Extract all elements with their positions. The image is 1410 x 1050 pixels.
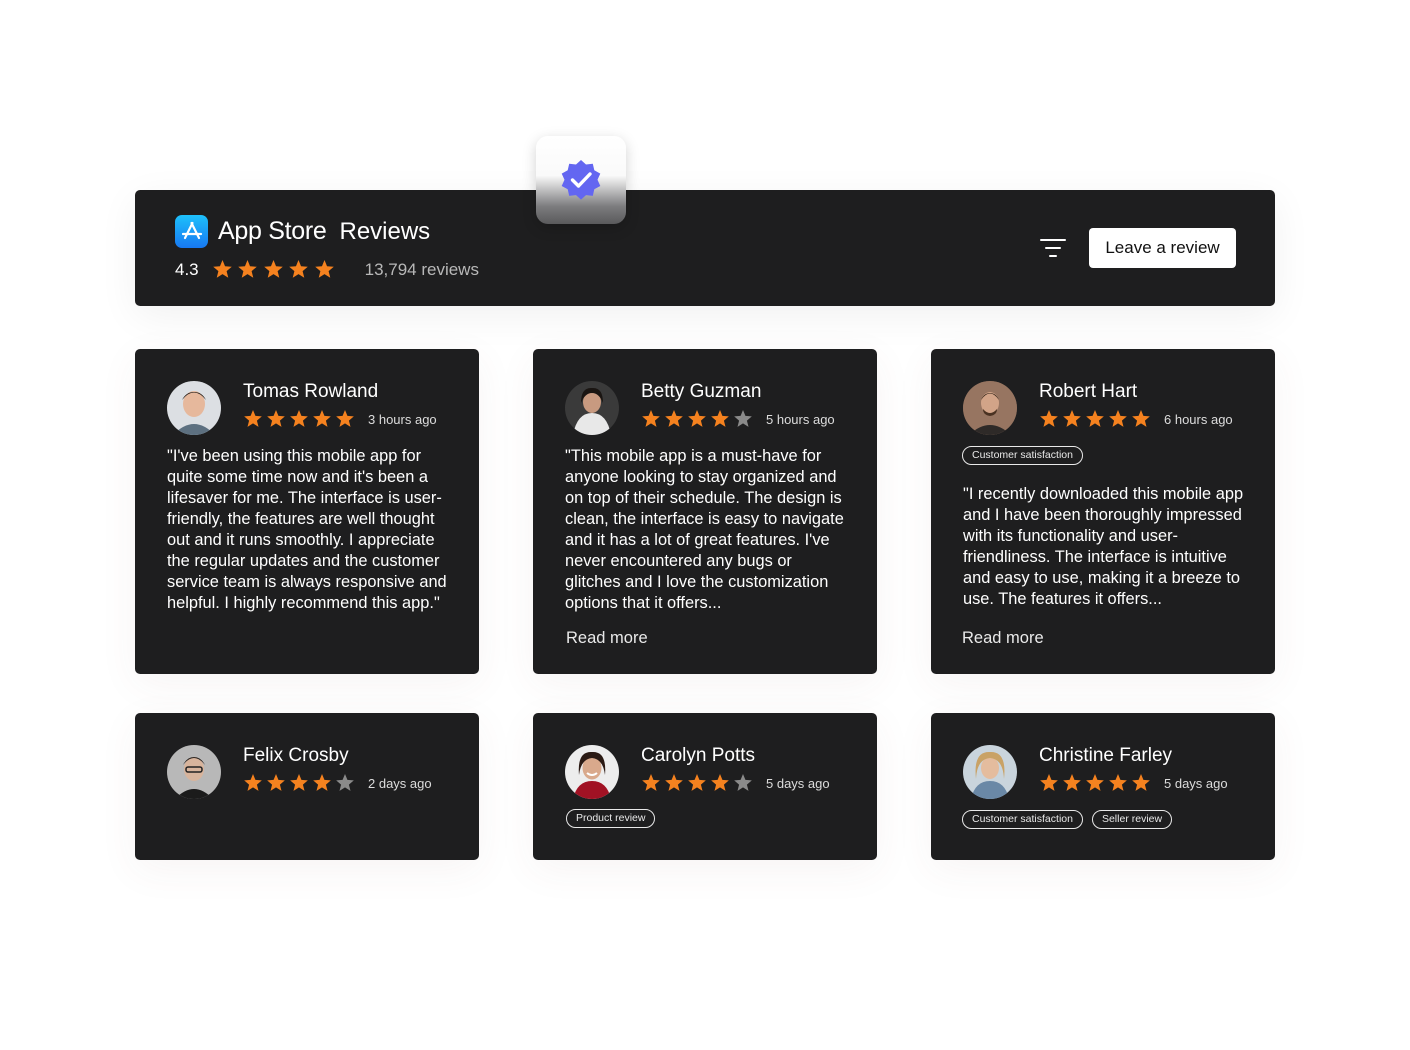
star-empty-icon bbox=[336, 774, 354, 791]
review-time: 2 days ago bbox=[368, 775, 432, 791]
reviewer-name: Christine Farley bbox=[1039, 745, 1173, 766]
review-tag[interactable]: Product review bbox=[566, 809, 656, 828]
app-store-icon bbox=[175, 215, 208, 248]
star-filled-icon bbox=[642, 774, 660, 791]
review-text: "I recently downloaded this mobile app a… bbox=[963, 485, 1244, 608]
star-filled-icon bbox=[290, 410, 308, 427]
avatar bbox=[963, 745, 1017, 799]
review-meta: 3 hours ago bbox=[243, 409, 437, 429]
reviewer-name: Tomas Rowland bbox=[243, 381, 379, 402]
star-filled-icon bbox=[688, 774, 706, 791]
review-meta: 5 days ago bbox=[1039, 773, 1228, 793]
star-filled-icon bbox=[1109, 774, 1127, 791]
review-tags: Product review bbox=[566, 809, 664, 828]
overall-rating: 4.3 13,794 reviews bbox=[175, 259, 479, 280]
review-time: 5 hours ago bbox=[766, 411, 835, 427]
rating-value: 4.3 bbox=[175, 259, 199, 279]
star-filled-icon bbox=[711, 410, 729, 427]
review-count: 13,794 reviews bbox=[364, 259, 479, 279]
review-tag[interactable]: Customer satisfaction bbox=[962, 446, 1083, 465]
review-time: 6 hours ago bbox=[1164, 411, 1233, 427]
verified-badge bbox=[536, 136, 626, 224]
star-filled-icon bbox=[244, 774, 262, 791]
review-card: Christine Farley 5 days ago Customer sat… bbox=[931, 713, 1275, 860]
review-card: Robert Hart 6 hours ago Customer satisfa… bbox=[931, 349, 1275, 674]
review-card: Tomas Rowland 3 hours ago "I've been usi… bbox=[135, 349, 479, 674]
star-filled-icon bbox=[1040, 774, 1058, 791]
star-filled-icon bbox=[1132, 774, 1150, 791]
review-tags: Customer satisfaction bbox=[962, 446, 1092, 465]
review-meta: 2 days ago bbox=[243, 773, 432, 793]
avatar bbox=[963, 381, 1017, 435]
review-stars bbox=[641, 409, 756, 429]
review-text: "This mobile app is a must-have for anyo… bbox=[565, 447, 844, 612]
review-stars bbox=[243, 773, 358, 793]
review-stars bbox=[641, 773, 756, 793]
star-filled-icon bbox=[665, 774, 683, 791]
review-tag[interactable]: Customer satisfaction bbox=[962, 810, 1083, 829]
star-filled-icon bbox=[290, 774, 308, 791]
star-filled-icon bbox=[1086, 410, 1104, 427]
review-time: 3 hours ago bbox=[368, 411, 437, 427]
star-filled-icon bbox=[313, 410, 331, 427]
star-filled-icon bbox=[1109, 410, 1127, 427]
verified-icon bbox=[561, 160, 601, 200]
avatar bbox=[565, 745, 619, 799]
review-card: Carolyn Potts 5 days ago Product review bbox=[533, 713, 877, 860]
star-filled-icon bbox=[336, 410, 354, 427]
reviewer-name: Carolyn Potts bbox=[641, 745, 756, 766]
star-filled-icon bbox=[244, 410, 262, 427]
star-filled-icon bbox=[665, 410, 683, 427]
avatar bbox=[565, 381, 619, 435]
star-filled-icon bbox=[315, 260, 334, 278]
review-card: Betty Guzman 5 hours ago "This mobile ap… bbox=[533, 349, 877, 674]
leave-review-button[interactable]: Leave a review bbox=[1089, 228, 1236, 268]
review-stars bbox=[243, 409, 358, 429]
star-empty-icon bbox=[734, 774, 752, 791]
review-time: 5 days ago bbox=[1164, 775, 1228, 791]
review-tags: Customer satisfaction Seller review bbox=[962, 810, 1181, 829]
avatar bbox=[167, 745, 221, 799]
star-filled-icon bbox=[1040, 410, 1058, 427]
reviews-widget: App Store Reviews 4.3 13,794 reviews Lea… bbox=[0, 0, 1410, 1050]
reviewer-name: Betty Guzman bbox=[641, 381, 762, 402]
star-filled-icon bbox=[642, 410, 660, 427]
star-filled-icon bbox=[238, 260, 258, 278]
brand-name: App Store bbox=[218, 217, 327, 245]
star-filled-icon bbox=[711, 774, 729, 791]
star-filled-icon bbox=[289, 260, 309, 278]
review-meta: 5 days ago bbox=[641, 773, 830, 793]
filter-icon bbox=[1040, 239, 1066, 257]
reviewer-name: Felix Crosby bbox=[243, 745, 349, 766]
read-more-link[interactable]: Read more bbox=[962, 629, 1044, 648]
reviewer-name: Robert Hart bbox=[1039, 381, 1138, 402]
review-card: Felix Crosby 2 days ago bbox=[135, 713, 479, 860]
star-filled-icon bbox=[1063, 410, 1081, 427]
rating-stars bbox=[212, 259, 340, 280]
star-filled-icon bbox=[212, 260, 232, 278]
star-filled-icon bbox=[313, 774, 331, 791]
star-filled-icon bbox=[688, 410, 706, 427]
star-empty-icon bbox=[734, 410, 752, 427]
star-filled-icon bbox=[1086, 774, 1104, 791]
read-more-link[interactable]: Read more bbox=[566, 629, 648, 648]
review-stars bbox=[1039, 773, 1154, 793]
avatar bbox=[167, 381, 221, 435]
brand-subtitle: Reviews bbox=[339, 217, 431, 245]
reviews-header: App Store Reviews 4.3 13,794 reviews Lea… bbox=[135, 190, 1275, 306]
star-filled-icon bbox=[267, 774, 285, 791]
review-meta: 6 hours ago bbox=[1039, 409, 1233, 429]
review-text: "I've been using this mobile app for qui… bbox=[167, 447, 447, 612]
star-filled-icon bbox=[267, 410, 285, 427]
review-time: 5 days ago bbox=[766, 775, 830, 791]
star-filled-icon bbox=[1132, 410, 1150, 427]
review-meta: 5 hours ago bbox=[641, 409, 835, 429]
review-stars bbox=[1039, 409, 1154, 429]
brand: App Store Reviews bbox=[175, 215, 430, 248]
star-filled-icon bbox=[264, 260, 283, 278]
review-tag[interactable]: Seller review bbox=[1091, 810, 1173, 829]
star-filled-icon bbox=[1063, 774, 1081, 791]
filter-button[interactable] bbox=[1038, 236, 1068, 260]
